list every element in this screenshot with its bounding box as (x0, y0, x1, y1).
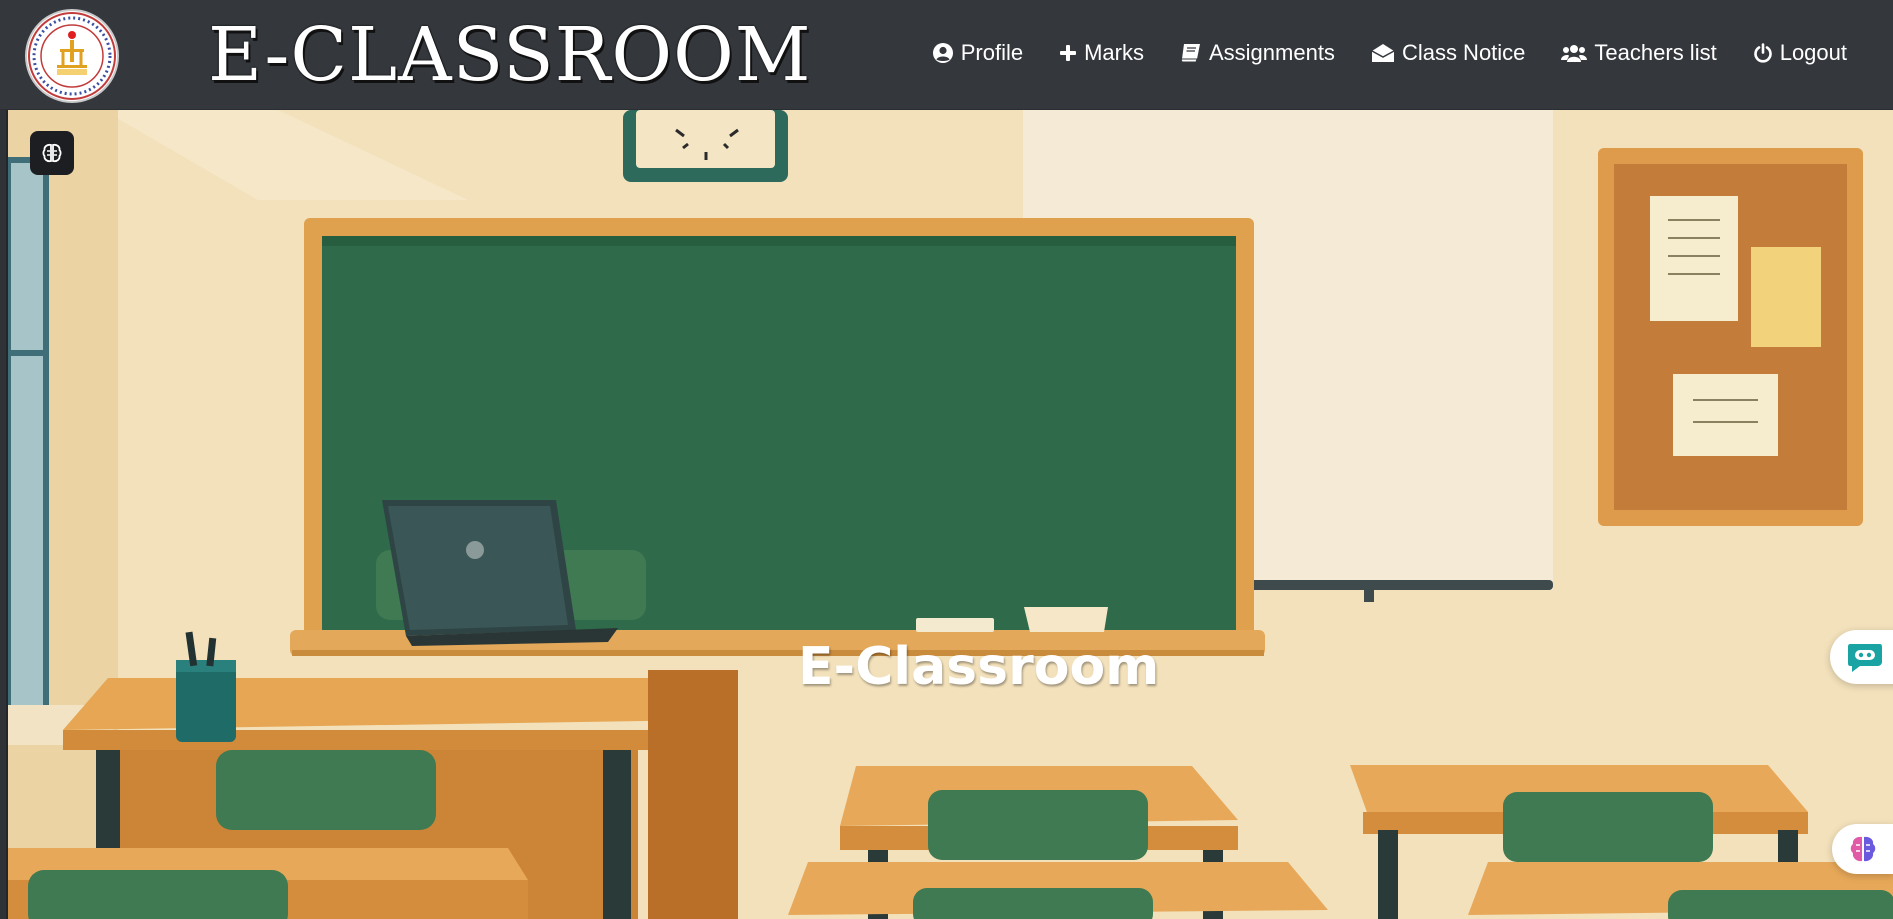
plus-icon (1060, 45, 1077, 61)
nav-class-notice[interactable]: Class Notice (1371, 40, 1525, 66)
nav-logout[interactable]: Logout (1753, 40, 1847, 66)
nav-teachers-list-label: Teachers list (1594, 40, 1717, 65)
nav-marks-label: Marks (1084, 40, 1144, 65)
chatbot-icon (1848, 644, 1882, 672)
envelope-open-icon (1371, 44, 1395, 62)
ai-brain-icon (1850, 836, 1876, 862)
nav-class-notice-label: Class Notice (1401, 40, 1526, 65)
users-icon (1561, 45, 1588, 62)
nav-logout-label: Logout (1779, 40, 1847, 65)
nav-teachers-list[interactable]: Teachers list (1561, 40, 1717, 66)
nav-assignments-label: Assignments (1208, 40, 1335, 65)
institute-logo[interactable] (27, 11, 117, 101)
book-icon (1180, 44, 1200, 63)
brain-toggle-button[interactable] (30, 131, 74, 175)
institute-emblem-icon (28, 12, 116, 100)
nav-profile-label: Profile (960, 40, 1024, 65)
chatbot-launcher[interactable] (1830, 630, 1893, 684)
top-navbar: E-CLASSROOM Profile Marks Assignments Cl… (0, 0, 1893, 110)
user-circle-icon (932, 43, 953, 63)
nav-marks[interactable]: Marks (1059, 40, 1144, 66)
hero-section: E-Classroom (6, 110, 1893, 919)
brand-title[interactable]: E-CLASSROOM (208, 10, 812, 100)
ai-assistant-launcher[interactable] (1832, 824, 1893, 874)
brain-icon (42, 143, 62, 163)
nav-assignments[interactable]: Assignments (1180, 40, 1335, 66)
nav-profile[interactable]: Profile (932, 40, 1023, 66)
power-icon (1753, 43, 1772, 63)
nav-menu: Profile Marks Assignments Class Notice T… (932, 40, 1847, 66)
classroom-illustration (8, 110, 1893, 919)
hero-title: E-Classroom (798, 637, 1160, 697)
